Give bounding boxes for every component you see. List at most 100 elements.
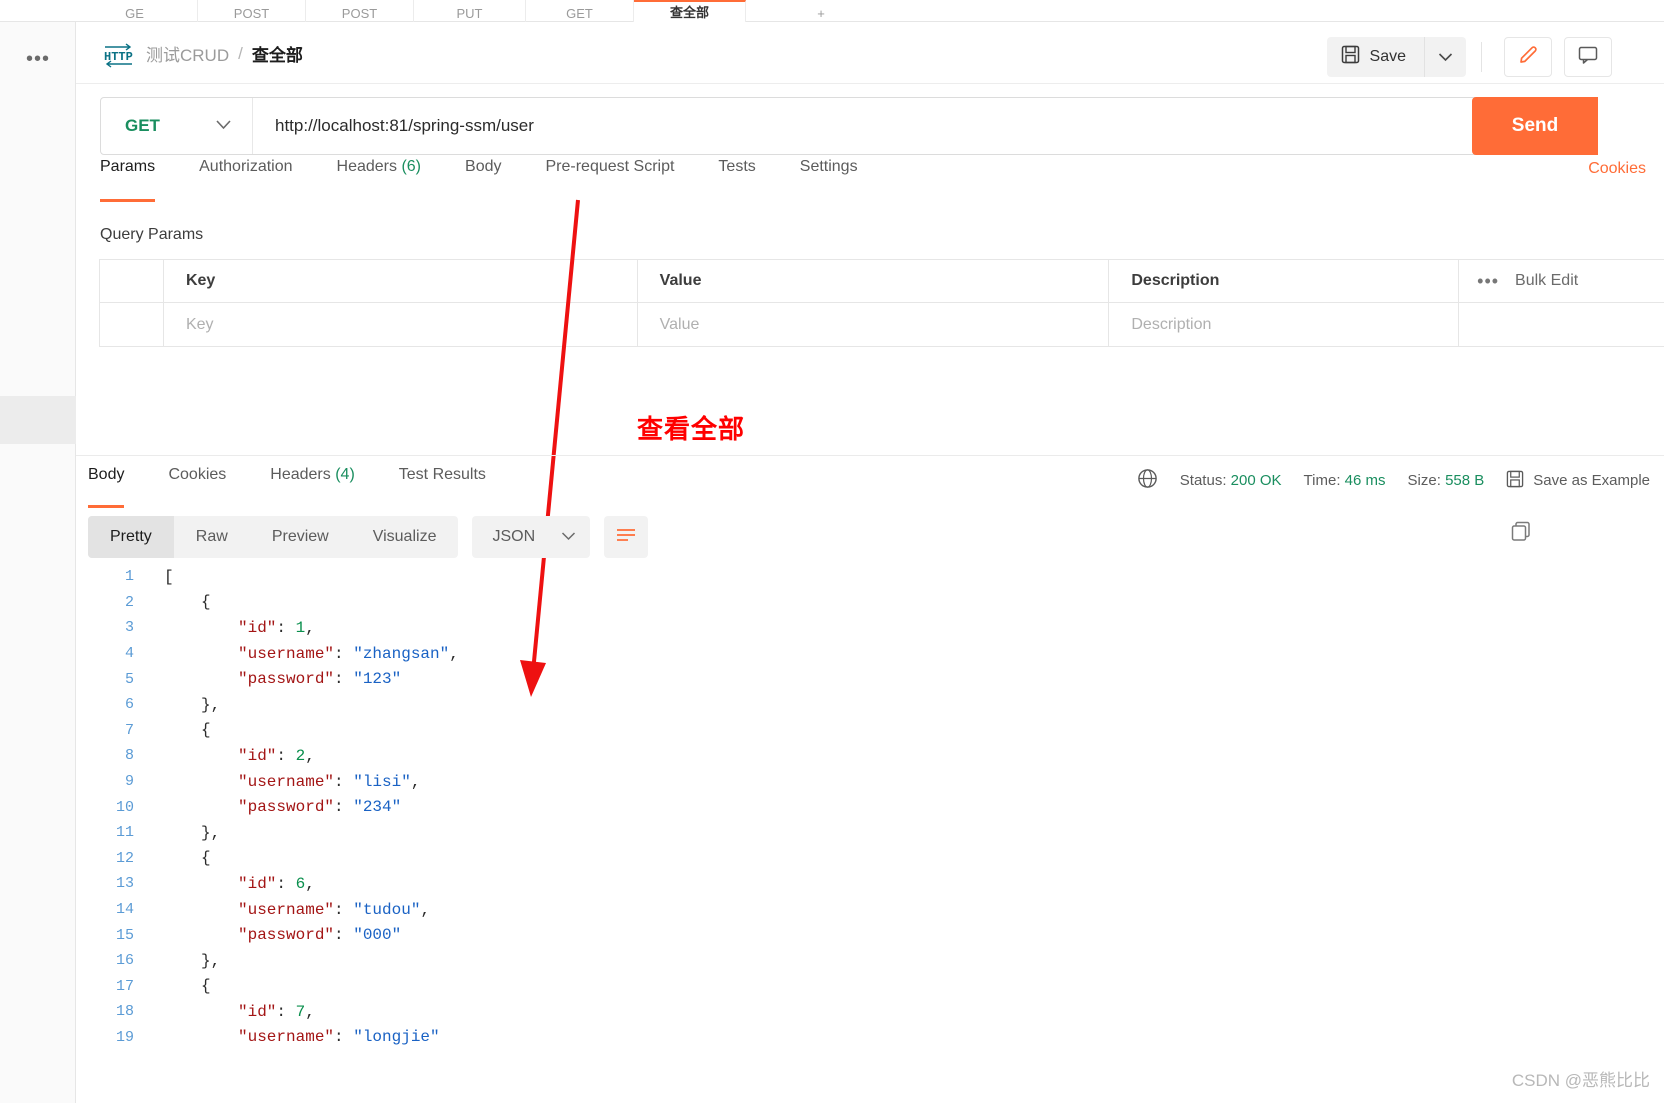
code-line: 8 "id": 2, [88,743,1664,769]
url-input[interactable] [253,98,1485,154]
sidebar-selected-block[interactable] [0,396,76,444]
tab-label: Test Results [398,466,486,483]
response-tab-cookies[interactable]: Cookies [168,466,226,508]
tab-ghost-label: POST [341,6,378,21]
code-token: 1 [295,618,306,637]
view-mode-group: Pretty Raw Preview Visualize [88,516,459,558]
sidebar-more-icon[interactable]: ••• [26,49,50,69]
format-selector[interactable]: JSON [472,516,591,558]
tab-active[interactable]: 查全部 [634,0,746,22]
code-line-list: 1[2{3 "id": 1, 4 "username": "zhangsan", 5 "p… [88,564,1664,1050]
code-line: 10 "password": "234" [88,794,1664,820]
code-token: , [305,1002,315,1021]
cookies-link[interactable]: Cookies [1588,160,1646,178]
line-number: 12 [115,849,134,867]
url-bar: GET [100,97,1486,155]
code-line: 9 "username": "lisi", [88,769,1664,795]
view-mode-visualize[interactable]: Visualize [351,516,459,558]
watermark: CSDN @恶熊比比 [1511,1071,1650,1090]
select-all-cell[interactable] [100,260,164,302]
annotation-text: 查看全部 [637,414,746,444]
tab-body[interactable]: Body [465,158,521,202]
column-header-key: Key [164,260,638,302]
floppy-disk-icon [1341,45,1360,69]
response-body-code[interactable]: 1[2{3 "id": 1, 4 "username": "zhangsan", 5 "p… [88,564,1664,1103]
save-as-example-button[interactable]: Save as Example [1506,470,1650,492]
code-token: 2 [295,746,306,765]
code-token: : [334,1028,354,1047]
save-button[interactable]: Save [1326,37,1424,77]
chevron-down-icon [215,117,232,135]
save-as-example-label: Save as Example [1533,472,1650,489]
response-tab-test-results[interactable]: Test Results [399,466,486,508]
line-number: 17 [115,977,134,995]
line-number: 3 [124,619,134,637]
param-value-input[interactable]: Value [638,303,1110,346]
code-token: "id" [238,1002,277,1021]
tab-label: Headers [336,158,397,175]
tab-authorization[interactable]: Authorization [199,158,312,202]
row-checkbox-cell[interactable] [100,303,164,346]
tab-label: Params [100,158,156,175]
tab-tests[interactable]: Tests [718,158,775,202]
response-tab-body[interactable]: Body [88,466,125,508]
code-token: , [305,874,315,893]
size-value: 558 B [1445,472,1485,489]
comment-button[interactable] [1564,37,1612,77]
view-mode-pretty[interactable]: Pretty [88,516,174,558]
response-tab-headers[interactable]: Headers (4) [270,466,355,508]
line-number: 13 [115,875,134,893]
save-options-button[interactable] [1424,37,1466,77]
param-key-input[interactable]: Key [164,303,638,346]
tab-ghost-1[interactable]: GE [72,0,198,22]
code-token: : [276,874,296,893]
code-text: "username": "lisi", [150,773,420,791]
view-mode-raw[interactable]: Raw [174,516,250,558]
code-token: { [201,977,211,996]
code-line: 5 "password": "123" [88,666,1664,692]
bulk-edit-button[interactable]: Bulk Edit [1515,272,1578,290]
breadcrumb-collection[interactable]: 测试CRUD [146,41,229,66]
code-token: 6 [295,874,306,893]
code-token: : [334,900,354,919]
tab-label: Authorization [199,158,293,175]
floppy-disk-icon [1506,470,1524,492]
tab-ghost-4[interactable]: PUT [414,0,526,22]
tab-new[interactable]: + [790,0,852,22]
tab-settings[interactable]: Settings [800,158,878,202]
tab-pre-request-script[interactable]: Pre-request Script [545,158,694,202]
code-token: "zhangsan" [353,644,450,663]
view-mode-preview[interactable]: Preview [250,516,351,558]
svg-text:HTTP: HTTP [104,50,133,64]
code-token: [ [164,567,174,586]
code-line: 17 { [88,974,1664,1000]
tab-ghost-2[interactable]: POST [198,0,306,22]
tab-headers[interactable]: Headers (6) [337,158,442,202]
code-token: "password" [238,798,335,817]
request-tab-strip: GE POST POST PUT GET 查全部 + [0,0,1664,22]
code-token: "lisi" [353,772,411,791]
code-line: 7{ [88,718,1664,744]
tab-ghost-3[interactable]: POST [306,0,414,22]
column-header-description: Description [1109,260,1460,302]
code-text: }, [150,952,220,970]
code-line: 15 "password": "000" [88,922,1664,948]
ellipsis-icon[interactable]: ••• [1477,271,1499,292]
column-header-value: Value [638,260,1110,302]
tab-label: Headers [270,466,331,483]
tab-ghost-label: GE [125,6,144,21]
time-label-group: Time: 46 ms [1304,472,1386,489]
edit-request-button[interactable] [1504,37,1552,77]
breadcrumb-request-name[interactable]: 查全部 [252,41,303,66]
tab-params[interactable]: Params [100,158,175,202]
copy-response-button[interactable] [1506,518,1536,548]
wrap-lines-button[interactable] [604,516,649,558]
tab-ghost-5[interactable]: GET [526,0,634,22]
code-token: : [334,772,354,791]
code-text: "id": 6, [150,875,315,893]
code-token: }, [201,695,221,714]
code-line: 11}, [88,820,1664,846]
method-selector[interactable]: GET [101,98,253,154]
param-description-input[interactable]: Description [1109,303,1460,346]
send-button[interactable]: Send [1472,97,1598,155]
